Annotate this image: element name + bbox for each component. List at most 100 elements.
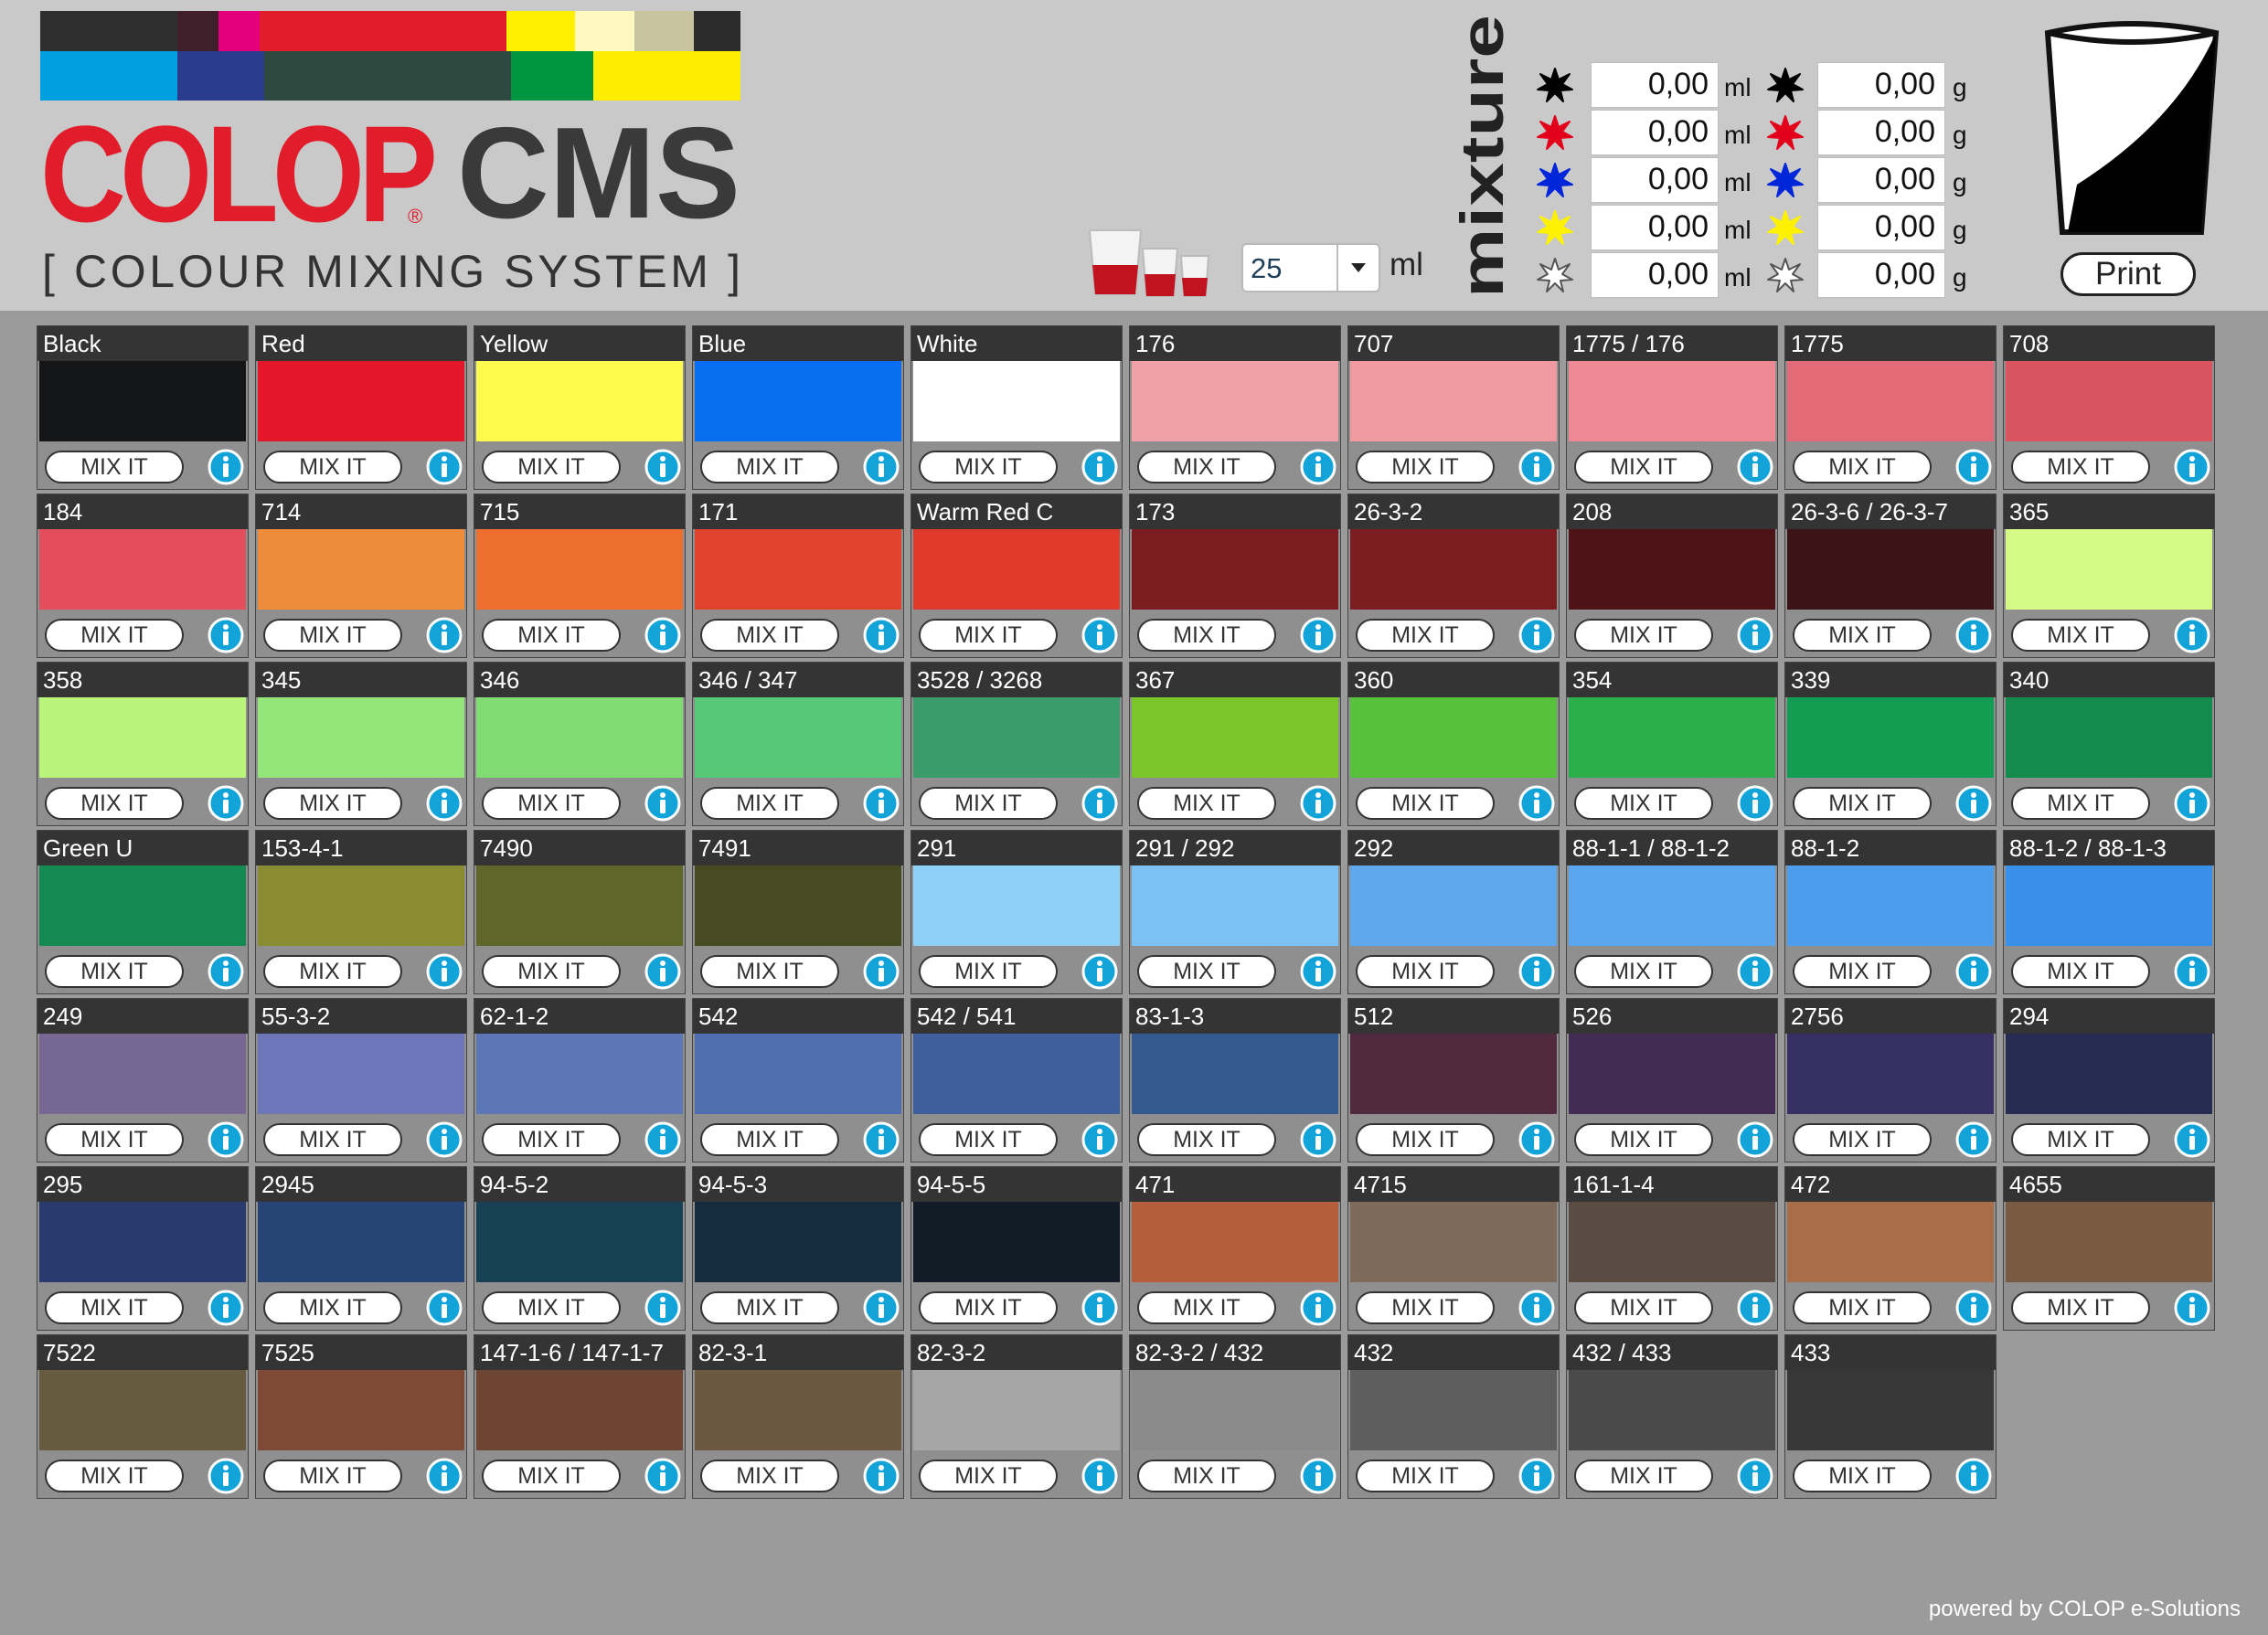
- color-tile[interactable]: 360 MIX IT: [1347, 662, 1560, 826]
- mix-it-button[interactable]: MIX IT: [45, 787, 184, 820]
- mix-it-button[interactable]: MIX IT: [1137, 787, 1276, 820]
- mix-it-button[interactable]: MIX IT: [45, 1291, 184, 1324]
- info-icon[interactable]: [863, 953, 900, 990]
- info-icon[interactable]: [1081, 1121, 1118, 1158]
- color-tile[interactable]: 715 MIX IT: [474, 494, 686, 658]
- color-swatch[interactable]: [258, 529, 464, 610]
- color-swatch[interactable]: [695, 1202, 901, 1282]
- mix-it-button[interactable]: MIX IT: [482, 1123, 621, 1156]
- color-swatch[interactable]: [1787, 1370, 1994, 1450]
- color-swatch[interactable]: [2006, 697, 2212, 778]
- info-icon[interactable]: [1955, 617, 1992, 653]
- color-swatch[interactable]: [476, 529, 683, 610]
- info-icon[interactable]: [208, 449, 244, 485]
- color-swatch[interactable]: [258, 865, 464, 946]
- info-icon[interactable]: [1737, 1290, 1773, 1326]
- color-tile[interactable]: 249 MIX IT: [37, 998, 249, 1163]
- mix-it-button[interactable]: MIX IT: [482, 1460, 621, 1492]
- color-tile[interactable]: Warm Red C MIX IT: [910, 494, 1123, 658]
- color-tile[interactable]: 88-1-2 / 88-1-3 MIX IT: [2003, 830, 2215, 994]
- mix-it-button[interactable]: MIX IT: [700, 451, 839, 483]
- mix-it-button[interactable]: MIX IT: [1793, 619, 1932, 652]
- color-swatch[interactable]: [1132, 1202, 1338, 1282]
- color-swatch[interactable]: [476, 865, 683, 946]
- color-swatch[interactable]: [1350, 697, 1557, 778]
- info-icon[interactable]: [208, 953, 244, 990]
- info-icon[interactable]: [1737, 617, 1773, 653]
- info-icon[interactable]: [426, 1458, 463, 1494]
- color-swatch[interactable]: [1569, 1034, 1775, 1114]
- info-icon[interactable]: [1737, 953, 1773, 990]
- mix-it-button[interactable]: MIX IT: [263, 1460, 402, 1492]
- info-icon[interactable]: [426, 1290, 463, 1326]
- color-swatch[interactable]: [258, 1034, 464, 1114]
- color-tile[interactable]: 432 / 433 MIX IT: [1566, 1334, 1778, 1499]
- color-tile[interactable]: 1775 / 176 MIX IT: [1566, 325, 1778, 490]
- mix-it-button[interactable]: MIX IT: [1137, 1460, 1276, 1492]
- mix-it-button[interactable]: MIX IT: [482, 451, 621, 483]
- color-tile[interactable]: 82-3-2 MIX IT: [910, 1334, 1123, 1499]
- info-icon[interactable]: [1081, 1458, 1118, 1494]
- mix-it-button[interactable]: MIX IT: [45, 619, 184, 652]
- color-swatch[interactable]: [913, 1034, 1120, 1114]
- color-swatch[interactable]: [2006, 1034, 2212, 1114]
- color-swatch[interactable]: [913, 529, 1120, 610]
- color-swatch[interactable]: [476, 1370, 683, 1450]
- info-icon[interactable]: [863, 617, 900, 653]
- info-icon[interactable]: [644, 1121, 681, 1158]
- mix-it-button[interactable]: MIX IT: [1356, 1460, 1495, 1492]
- info-icon[interactable]: [208, 617, 244, 653]
- mix-it-button[interactable]: MIX IT: [1574, 955, 1713, 988]
- info-icon[interactable]: [208, 1121, 244, 1158]
- mix-it-button[interactable]: MIX IT: [1793, 1123, 1932, 1156]
- color-swatch[interactable]: [1350, 529, 1557, 610]
- info-icon[interactable]: [644, 617, 681, 653]
- color-tile[interactable]: 82-3-1 MIX IT: [692, 1334, 904, 1499]
- mix-it-button[interactable]: MIX IT: [919, 955, 1058, 988]
- mix-it-button[interactable]: MIX IT: [45, 1123, 184, 1156]
- color-swatch[interactable]: [39, 529, 246, 610]
- color-tile[interactable]: White MIX IT: [910, 325, 1123, 490]
- color-swatch[interactable]: [2006, 865, 2212, 946]
- info-icon[interactable]: [1955, 785, 1992, 822]
- color-swatch[interactable]: [695, 529, 901, 610]
- info-icon[interactable]: [2174, 617, 2210, 653]
- info-icon[interactable]: [1518, 617, 1555, 653]
- color-swatch[interactable]: [1569, 361, 1775, 441]
- mix-it-button[interactable]: MIX IT: [2011, 955, 2150, 988]
- info-icon[interactable]: [644, 953, 681, 990]
- mix-it-button[interactable]: MIX IT: [919, 787, 1058, 820]
- color-swatch[interactable]: [1350, 1034, 1557, 1114]
- mix-it-button[interactable]: MIX IT: [700, 1460, 839, 1492]
- color-tile[interactable]: 358 MIX IT: [37, 662, 249, 826]
- info-icon[interactable]: [644, 785, 681, 822]
- color-swatch[interactable]: [39, 361, 246, 441]
- color-swatch[interactable]: [476, 697, 683, 778]
- info-icon[interactable]: [1300, 785, 1336, 822]
- color-tile[interactable]: 83-1-3 MIX IT: [1129, 998, 1341, 1163]
- mix-it-button[interactable]: MIX IT: [1574, 451, 1713, 483]
- volume-select[interactable]: 25: [1241, 243, 1380, 292]
- color-tile[interactable]: 184 MIX IT: [37, 494, 249, 658]
- color-swatch[interactable]: [1569, 1202, 1775, 1282]
- color-tile[interactable]: 365 MIX IT: [2003, 494, 2215, 658]
- info-icon[interactable]: [1518, 1290, 1555, 1326]
- color-swatch[interactable]: [1787, 1202, 1994, 1282]
- color-tile[interactable]: 153-4-1 MIX IT: [255, 830, 467, 994]
- info-icon[interactable]: [426, 953, 463, 990]
- info-icon[interactable]: [1955, 1458, 1992, 1494]
- info-icon[interactable]: [1081, 785, 1118, 822]
- mix-it-button[interactable]: MIX IT: [1574, 619, 1713, 652]
- color-tile[interactable]: 526 MIX IT: [1566, 998, 1778, 1163]
- mix-it-button[interactable]: MIX IT: [700, 1123, 839, 1156]
- mix-it-button[interactable]: MIX IT: [45, 451, 184, 483]
- color-swatch[interactable]: [1787, 865, 1994, 946]
- color-swatch[interactable]: [913, 361, 1120, 441]
- info-icon[interactable]: [1300, 953, 1336, 990]
- info-icon[interactable]: [1081, 953, 1118, 990]
- mix-it-button[interactable]: MIX IT: [1793, 451, 1932, 483]
- color-tile[interactable]: 472 MIX IT: [1784, 1166, 1996, 1331]
- color-tile[interactable]: 2756 MIX IT: [1784, 998, 1996, 1163]
- color-tile[interactable]: 26-3-2 MIX IT: [1347, 494, 1560, 658]
- color-tile[interactable]: 7525 MIX IT: [255, 1334, 467, 1499]
